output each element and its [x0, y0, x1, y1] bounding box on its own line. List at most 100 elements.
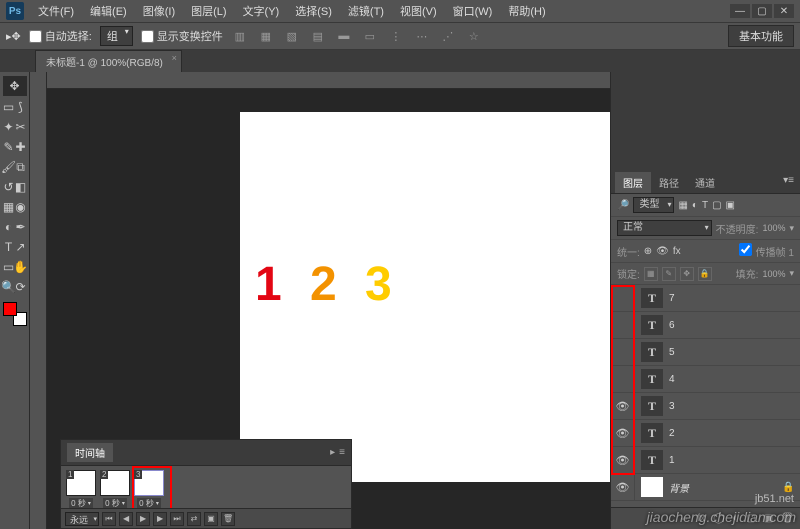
maximize-button[interactable]: ▢	[752, 4, 772, 18]
eyedropper-tool[interactable]: ✎	[3, 137, 15, 157]
distribute-1-icon[interactable]: ⋮	[387, 27, 405, 45]
document-tab[interactable]: 未标题-1 @ 100%(RGB/8) ×	[35, 50, 182, 72]
lock-pos-icon[interactable]: ✥	[680, 267, 694, 281]
filter-kind-dropdown[interactable]: 类型	[633, 197, 674, 213]
tl-play-button[interactable]: ▶	[136, 512, 150, 526]
tl-next-button[interactable]: ▶	[153, 512, 167, 526]
menu-view[interactable]: 视图(V)	[392, 1, 445, 21]
canvas[interactable]: 1 2 3	[240, 112, 610, 482]
layer-3-visibility[interactable]: 👁	[611, 393, 635, 419]
frame-1[interactable]: 1 0 秒	[65, 470, 97, 509]
pen-tool[interactable]: ✒	[15, 217, 27, 237]
fill-value[interactable]: 100%	[762, 269, 785, 279]
frame-3[interactable]: 3 0 秒	[133, 470, 165, 509]
ruler-vertical[interactable]	[30, 72, 47, 529]
menu-type[interactable]: 文字(Y)	[235, 1, 288, 21]
menu-image[interactable]: 图像(I)	[135, 1, 183, 21]
layer-2-visibility[interactable]: 👁	[611, 420, 635, 446]
fg-color-swatch[interactable]	[3, 302, 17, 316]
propagate-checkbox[interactable]	[739, 243, 752, 256]
filter-shape-icon[interactable]: ▢	[712, 200, 721, 211]
frame-2[interactable]: 2 0 秒	[99, 470, 131, 509]
unify-pos-icon[interactable]: ⊕	[644, 246, 652, 257]
move-tool[interactable]: ✥	[3, 76, 27, 96]
menu-layer[interactable]: 图层(L)	[183, 1, 234, 21]
hand-tool[interactable]: ✋	[15, 257, 27, 277]
layer-1[interactable]: 👁T1	[611, 447, 800, 474]
loop-dropdown[interactable]: 永远	[65, 512, 99, 526]
filter-type-icon[interactable]: T	[702, 200, 708, 211]
eraser-tool[interactable]: ◧	[15, 177, 27, 197]
menu-filter[interactable]: 滤镜(T)	[340, 1, 392, 21]
menu-file[interactable]: 文件(F)	[30, 1, 82, 21]
layer-1-visibility[interactable]: 👁	[611, 447, 635, 473]
align-center-icon[interactable]: ▦	[257, 27, 275, 45]
dodge-tool[interactable]: ◐	[3, 217, 15, 237]
panel-menu-icon[interactable]: ▾≡	[777, 172, 800, 193]
blur-tool[interactable]: ◉	[15, 197, 27, 217]
timeline-collapse-icon[interactable]: ▸	[330, 447, 335, 458]
menu-window[interactable]: 窗口(W)	[445, 1, 501, 21]
align-bottom-icon[interactable]: ▭	[361, 27, 379, 45]
wand-tool[interactable]: ✦	[3, 117, 15, 137]
align-right-icon[interactable]: ▧	[283, 27, 301, 45]
3d-mode-icon[interactable]: ☆	[465, 27, 483, 45]
align-top-icon[interactable]: ▤	[309, 27, 327, 45]
tl-tween-button[interactable]: ⇄	[187, 512, 201, 526]
align-middle-icon[interactable]: ▬	[335, 27, 353, 45]
filter-pixel-icon[interactable]: ▦	[678, 200, 687, 211]
opacity-value[interactable]: 100%	[762, 223, 785, 233]
layer-7-visibility[interactable]	[611, 285, 635, 311]
unify-vis-icon[interactable]: 👁	[656, 246, 669, 257]
lasso-tool[interactable]: ⟆	[15, 97, 27, 117]
layer-5[interactable]: T5	[611, 339, 800, 366]
tl-first-button[interactable]: ⏮	[102, 512, 116, 526]
lock-pixel-icon[interactable]: ✎	[662, 267, 676, 281]
align-left-icon[interactable]: ▥	[231, 27, 249, 45]
lock-trans-icon[interactable]: ▦	[644, 267, 658, 281]
layer-3[interactable]: 👁T3	[611, 393, 800, 420]
tab-channels[interactable]: 通道	[687, 172, 723, 193]
tl-newframe-button[interactable]: ▣	[204, 512, 218, 526]
autoselect-dropdown[interactable]: 组	[100, 26, 133, 46]
type-tool[interactable]: T	[3, 237, 15, 257]
rotate-tool[interactable]: ⟳	[15, 277, 27, 297]
zoom-tool[interactable]: 🔍	[3, 277, 15, 297]
lock-all-icon[interactable]: 🔒	[698, 267, 712, 281]
layer-bg-visibility[interactable]: 👁	[611, 474, 635, 500]
gradient-tool[interactable]: ▦	[3, 197, 15, 217]
tl-last-button[interactable]: ⏭	[170, 512, 184, 526]
transform-checkbox[interactable]	[141, 30, 154, 43]
close-button[interactable]: ✕	[774, 4, 794, 18]
distribute-3-icon[interactable]: ⋰	[439, 27, 457, 45]
blend-mode-dropdown[interactable]: 正常	[617, 220, 712, 236]
filter-adjust-icon[interactable]: ◐	[692, 200, 698, 211]
layer-6-visibility[interactable]	[611, 312, 635, 338]
menu-edit[interactable]: 编辑(E)	[82, 1, 135, 21]
autoselect-checkbox[interactable]	[29, 30, 42, 43]
workspace-switcher[interactable]: 基本功能	[728, 25, 794, 47]
menu-help[interactable]: 帮助(H)	[500, 1, 553, 21]
history-brush-tool[interactable]: ↺	[3, 177, 15, 197]
filter-smart-icon[interactable]: ▣	[726, 200, 735, 211]
unify-style-icon[interactable]: fx	[673, 246, 681, 257]
heal-tool[interactable]: ✚	[15, 137, 27, 157]
stamp-tool[interactable]: ⧉	[15, 157, 27, 177]
layer-7[interactable]: T7	[611, 285, 800, 312]
color-swatches[interactable]	[3, 302, 27, 326]
layer-4-visibility[interactable]	[611, 366, 635, 392]
path-tool[interactable]: ↗	[15, 237, 27, 257]
brush-tool[interactable]: 🖌	[3, 157, 15, 177]
timeline-menu-icon[interactable]: ≡	[339, 447, 345, 458]
timeline-tab[interactable]: 时间轴	[67, 443, 113, 462]
menu-select[interactable]: 选择(S)	[287, 1, 340, 21]
marquee-tool[interactable]: ▭	[3, 97, 15, 117]
tl-delete-button[interactable]: 🗑	[221, 512, 235, 526]
ruler-horizontal[interactable]	[47, 72, 610, 89]
tab-layers[interactable]: 图层	[615, 172, 651, 193]
close-tab-icon[interactable]: ×	[172, 53, 177, 63]
layer-6[interactable]: T6	[611, 312, 800, 339]
tl-prev-button[interactable]: ◀	[119, 512, 133, 526]
tab-paths[interactable]: 路径	[651, 172, 687, 193]
distribute-2-icon[interactable]: ⋯	[413, 27, 431, 45]
